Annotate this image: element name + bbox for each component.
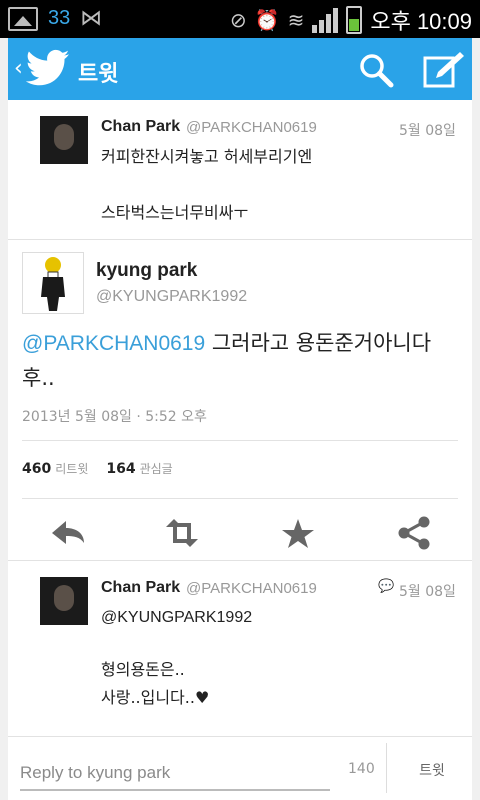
notification-count: 33: [48, 7, 71, 29]
avatar[interactable]: [22, 252, 84, 314]
signal-icon: [312, 7, 339, 33]
reply-bar: 140 트윗: [8, 736, 472, 800]
back-chevron-icon[interactable]: ‹: [14, 56, 23, 81]
tweet-text-line: 스타벅스는너무비싸ㅜ: [101, 203, 249, 222]
main-tweet: kyung park @KYUNGPARK1992 @PARKCHAN0619 …: [8, 240, 472, 560]
battery-icon: [346, 6, 363, 34]
app-header: ‹ 트윗: [8, 38, 472, 100]
mute-icon: ⊘: [229, 8, 247, 32]
retweet-count[interactable]: 460 리트윗: [22, 460, 88, 477]
conversation-area: Chan Park @PARKCHAN0619 💬 5월 08일 @KYUNGP…: [8, 560, 472, 731]
tweet-detail: Chan Park @PARKCHAN0619 5월 08일 커피한잔시켜놓고 …: [8, 100, 472, 800]
tweet-text: @PARKCHAN0619 그러라고 용돈준거아니다후..: [22, 331, 432, 390]
gallery-notification-icon: [8, 6, 38, 31]
reply-input[interactable]: [20, 757, 330, 791]
mention-link[interactable]: @PARKCHAN0619: [22, 332, 205, 355]
tweet-button[interactable]: 트윗: [402, 753, 462, 787]
divider: [22, 440, 458, 441]
compose-icon[interactable]: [422, 50, 466, 90]
divider: [22, 498, 458, 499]
reply-icon[interactable]: [46, 513, 90, 553]
status-time: 오후 10:09: [370, 9, 472, 34]
tweet-date: 5월 08일: [399, 584, 456, 600]
tweet-text-line: @KYUNGPARK1992: [101, 609, 253, 626]
favorite-star-icon[interactable]: [276, 513, 320, 553]
tweet-author-handle: @PARKCHAN0619: [186, 119, 317, 136]
tweet-author-handle: @PARKCHAN0619: [186, 580, 317, 597]
character-count: 140: [348, 761, 375, 777]
tweet-text-line: 형의용돈은..: [101, 660, 185, 679]
tweet-author-handle: @KYUNGPARK1992: [96, 288, 248, 305]
bowtie-notification-icon: ⋈: [80, 6, 103, 31]
tweet-actions: [8, 505, 472, 560]
tweet-timestamp: 2013년 5월 08일 · 5:52 오후: [22, 409, 207, 425]
divider: [386, 743, 387, 793]
share-icon[interactable]: [392, 513, 436, 553]
wifi-icon: ≋: [287, 8, 305, 32]
page-title: 트윗: [78, 62, 119, 87]
status-bar: 33 ⋈ ⊘ ⏰ ≋ 오후 10:09: [0, 0, 480, 38]
conversation-tweet[interactable]: Chan Park @PARKCHAN0619 💬 5월 08일 @KYUNGP…: [8, 561, 472, 731]
tweet-author-name[interactable]: Chan Park: [101, 118, 180, 136]
conversation-bubble-icon: 💬: [378, 579, 395, 594]
search-icon[interactable]: [356, 50, 396, 90]
tweet-date: 5월 08일: [399, 123, 456, 139]
tweet-stats: 460 리트윗 164 관심글: [22, 460, 173, 477]
in-reply-to-tweet[interactable]: Chan Park @PARKCHAN0619 5월 08일 커피한잔시켜놓고 …: [8, 100, 472, 240]
avatar[interactable]: [40, 577, 88, 625]
tweet-author-name[interactable]: kyung park: [96, 260, 197, 282]
favorite-count[interactable]: 164 관심글: [106, 460, 172, 477]
alarm-icon: ⏰: [254, 8, 280, 32]
tweet-text-line: 사랑..입니다..♥: [101, 688, 210, 707]
tweet-text-line: 커피한잔시켜놓고 허세부리기엔: [101, 147, 313, 166]
tweet-author-name[interactable]: Chan Park: [101, 579, 180, 597]
retweet-icon[interactable]: [160, 513, 204, 553]
avatar[interactable]: [40, 116, 88, 164]
twitter-bird-icon[interactable]: [26, 48, 70, 88]
